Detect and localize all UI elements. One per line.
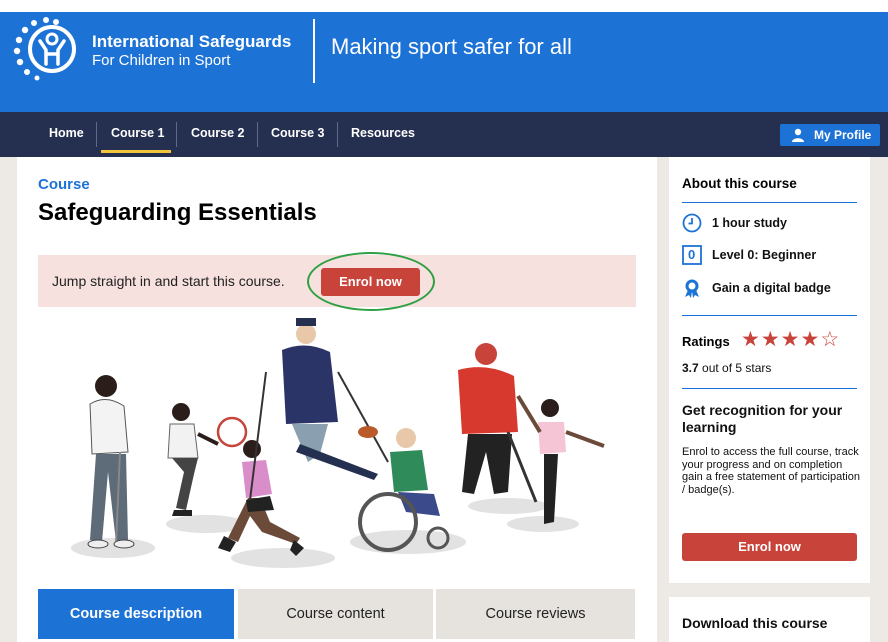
- nav-separator: [96, 122, 97, 147]
- star-empty-icon: ☆: [820, 328, 841, 351]
- recognition-heading: Get recognition for your learning: [682, 402, 843, 435]
- sidebar-divider: [682, 315, 857, 316]
- header-divider: [313, 19, 315, 83]
- sports-illustration: [71, 318, 605, 568]
- rating-number: 3.7: [682, 361, 699, 375]
- fact-label: Gain a digital badge: [712, 281, 831, 295]
- nav-active-indicator: [101, 150, 171, 153]
- tagline: Making sport safer for all: [331, 34, 572, 59]
- fact-badge: Gain a digital badge: [682, 278, 852, 300]
- tennis-player-figure: [167, 403, 248, 516]
- tab-course-description[interactable]: Course description: [38, 589, 234, 639]
- sidebar-divider: [682, 202, 857, 203]
- recognition-body: Enrol to access the full course, track y…: [682, 446, 860, 496]
- fact-label: Level 0: Beginner: [712, 248, 817, 262]
- tab-course-content[interactable]: Course content: [238, 589, 433, 639]
- hockey-player-figure: [458, 343, 538, 503]
- fact-level: 0 Level 0: Beginner: [682, 245, 852, 267]
- clock-icon: [682, 213, 702, 233]
- badge-icon: [685, 279, 699, 298]
- tab-course-reviews[interactable]: Course reviews: [436, 589, 635, 639]
- nav-item-resources[interactable]: Resources: [351, 112, 415, 157]
- nav-separator: [337, 122, 338, 147]
- rating-summary: 3.7 out of 5 stars: [682, 361, 771, 375]
- page-title: Safeguarding Essentials: [38, 199, 317, 226]
- highlight-circle: [307, 252, 435, 311]
- fact-label: 1 hour study: [712, 216, 788, 230]
- my-profile-button[interactable]: My Profile: [780, 124, 880, 146]
- star-filled-icon: ★: [760, 328, 781, 351]
- star-rating: ★★★★☆: [741, 329, 840, 351]
- skier-figure: [249, 318, 389, 501]
- about-heading: About this course: [682, 176, 797, 191]
- sidebar-enrol-button[interactable]: Enrol now: [682, 533, 857, 561]
- star-filled-icon: ★: [741, 328, 761, 351]
- nav-item-course-3[interactable]: Course 3: [271, 112, 325, 157]
- user-icon: [792, 128, 804, 142]
- org-name: International Safeguards: [92, 32, 292, 51]
- sidebar-divider: [682, 388, 857, 389]
- nav-separator: [257, 122, 258, 147]
- level-icon-text: 0: [688, 247, 696, 262]
- ratings-heading: Ratings: [682, 334, 730, 349]
- banner-text: Jump straight in and start this course.: [52, 273, 285, 289]
- rating-suffix: out of 5 stars: [698, 361, 772, 375]
- nav-item-course-2[interactable]: Course 2: [191, 112, 245, 157]
- star-filled-icon: ★: [780, 328, 801, 351]
- course-eyebrow: Course: [38, 176, 90, 193]
- org-subtitle: For Children in Sport: [92, 52, 231, 69]
- download-heading: Download this course: [682, 615, 828, 631]
- logo-icon[interactable]: [10, 14, 80, 84]
- star-filled-icon: ★: [800, 328, 821, 351]
- runner-figure: [218, 440, 304, 556]
- golfer-figure: [87, 375, 135, 549]
- nav-separator: [176, 122, 177, 147]
- my-profile-label: My Profile: [814, 128, 872, 142]
- nav-item-home[interactable]: Home: [49, 112, 84, 157]
- fact-study-time: 1 hour study: [682, 213, 852, 235]
